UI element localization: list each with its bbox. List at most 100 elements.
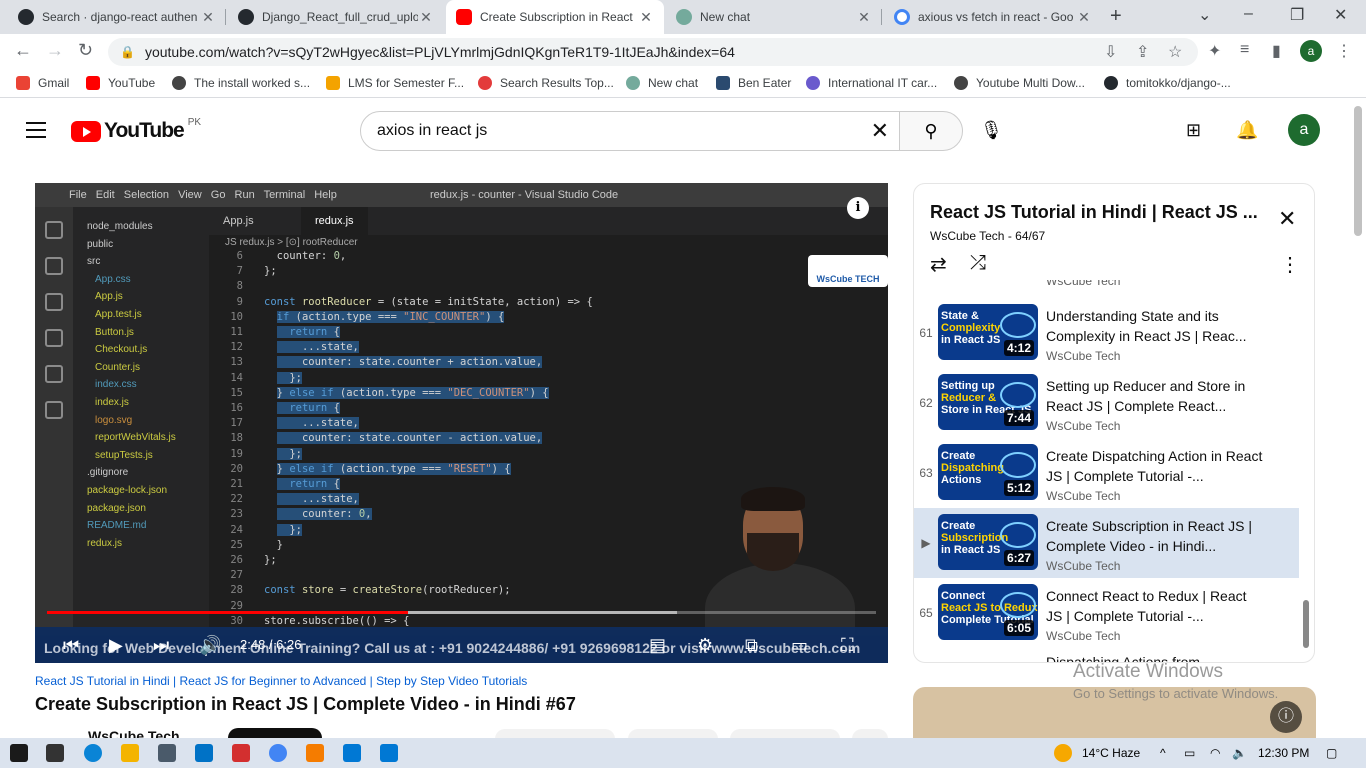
avatar[interactable]: a xyxy=(1288,114,1320,146)
media-app-icon[interactable] xyxy=(232,744,250,762)
page-scrollbar[interactable] xyxy=(1354,106,1362,236)
bookmark-youtube-downloader[interactable]: Youtube Multi Dow... xyxy=(954,76,1085,90)
browser-tab-5[interactable]: axious vs fetch in react - Goo ✕ xyxy=(884,0,1102,34)
tray-chevron-icon[interactable]: ^ xyxy=(1160,746,1166,760)
close-tab-icon[interactable]: ✕ xyxy=(1076,9,1092,26)
browser-tab-active[interactable]: Create Subscription in React ✕ xyxy=(446,0,664,34)
store-icon[interactable] xyxy=(158,744,176,762)
playlist-scrollbar[interactable] xyxy=(1303,600,1309,648)
bookmark-ben-eater[interactable]: Ben Eater xyxy=(716,76,791,90)
playlist-thumbnail[interactable]: Create Dispatching Actions 5:12 xyxy=(938,444,1038,500)
browser-tab-4[interactable]: New chat ✕ xyxy=(666,0,882,34)
bookmark-github-tomitokko[interactable]: tomitokko/django-... xyxy=(1104,76,1231,90)
bookmark-new-chat[interactable]: New chat xyxy=(626,76,698,90)
wifi-icon[interactable]: ◠ xyxy=(1210,746,1220,760)
playlist-item[interactable]: 62 Setting up Reducer & Store in React JS 7:… xyxy=(914,368,1299,438)
playlist-item[interactable]: 65 Connect React JS to Redux Complete Tutor… xyxy=(914,578,1299,648)
previous-icon[interactable]: ⏮ xyxy=(63,627,79,663)
playlist-title[interactable]: React JS Tutorial in Hindi | React JS ..… xyxy=(930,202,1260,223)
close-tab-icon[interactable]: ✕ xyxy=(638,9,654,26)
video-hashtags[interactable]: React JS Tutorial in Hindi | React JS fo… xyxy=(35,674,527,688)
playlist-thumbnail[interactable]: Setting up Reducer & Store in React JS 7:44 xyxy=(938,374,1038,430)
notifications-bell-icon[interactable]: 🔔 xyxy=(1236,120,1258,141)
battery-icon[interactable]: ▭ xyxy=(1184,746,1195,760)
playlist-menu-icon[interactable]: ⋮ xyxy=(1280,252,1300,277)
clear-search-icon[interactable]: ✕ xyxy=(871,118,889,144)
bookmark-install[interactable]: The install worked s... xyxy=(172,76,310,90)
install-icon[interactable]: ⇩ xyxy=(1104,42,1117,62)
info-icon[interactable]: i xyxy=(847,197,869,219)
next-icon[interactable]: ⏭ xyxy=(153,627,169,663)
explorer-file: setupTests.js xyxy=(95,449,153,461)
notification-center-icon[interactable]: ▢ xyxy=(1326,746,1337,760)
chrome-icon[interactable] xyxy=(269,744,287,762)
playlist-item[interactable]: ▶ Create Subscription in React JS 6:27 Create… xyxy=(914,508,1299,578)
bookmark-youtube[interactable]: YouTube xyxy=(86,76,155,90)
share-icon[interactable]: ⇪ xyxy=(1136,42,1149,62)
chrome-menu-icon[interactable]: ⋮ xyxy=(1336,41,1352,61)
create-video-icon[interactable]: ⊞ xyxy=(1186,120,1201,141)
weather-icon[interactable] xyxy=(1054,744,1072,762)
restore-icon[interactable]: ❐ xyxy=(1290,5,1304,25)
new-tab-button[interactable]: + xyxy=(1110,5,1122,28)
subtitles-icon[interactable]: ▤ xyxy=(649,627,666,663)
vscode-icon[interactable] xyxy=(343,744,361,762)
ad-info-icon[interactable]: ⓘ xyxy=(1270,701,1302,733)
vlc-icon[interactable] xyxy=(306,744,324,762)
miniplayer-icon[interactable]: ⧉ xyxy=(745,627,758,663)
browser-tab-bar: Search · django-react authen ✕ Django_Re… xyxy=(0,0,1366,34)
minimize-icon[interactable]: – xyxy=(1244,5,1253,23)
playlist-item[interactable]: 61 State & Complexity in React JS 4:12 Unders… xyxy=(914,298,1299,368)
chrome-profile-avatar[interactable]: a xyxy=(1300,40,1322,62)
menu-icon[interactable] xyxy=(26,122,46,143)
close-tab-icon[interactable]: ✕ xyxy=(200,9,216,26)
address-bar[interactable]: 🔒 youtube.com/watch?v=sQyT2wHgyec&list=P… xyxy=(108,38,1198,66)
settings-gear-icon[interactable]: ⚙ xyxy=(697,627,713,663)
windows-start-icon[interactable] xyxy=(10,744,28,762)
close-window-icon[interactable]: ✕ xyxy=(1334,5,1347,25)
edge-icon[interactable] xyxy=(84,744,102,762)
vscode-icon-2[interactable] xyxy=(380,744,398,762)
bookmark-lms[interactable]: LMS for Semester F... xyxy=(326,76,464,90)
task-view-icon[interactable] xyxy=(46,744,64,762)
extensions-icon[interactable]: ✦ xyxy=(1208,41,1221,61)
playlist-thumbnail[interactable]: Connect React JS to Redux Complete Tutoria… xyxy=(938,584,1038,640)
side-panel-icon[interactable]: ▮ xyxy=(1272,41,1281,61)
close-tab-icon[interactable]: ✕ xyxy=(856,9,872,26)
close-playlist-icon[interactable]: ✕ xyxy=(1278,206,1296,232)
shuffle-icon[interactable]: ⤮ xyxy=(970,252,986,275)
search-button[interactable]: ⚲ xyxy=(899,111,963,151)
bookmark-gmail[interactable]: Gmail xyxy=(16,76,69,90)
speaker-icon[interactable]: 🔈 xyxy=(1232,746,1247,760)
theater-mode-icon[interactable]: ▭ xyxy=(791,627,808,663)
forward-icon[interactable]: → xyxy=(46,40,64,61)
clock[interactable]: 12:30 PM xyxy=(1258,746,1309,760)
loop-icon[interactable]: ⇄ xyxy=(930,252,947,277)
video-player[interactable]: File Edit Selection View Go Run Terminal… xyxy=(35,183,888,663)
reload-icon[interactable]: ↻ xyxy=(78,40,93,61)
subscribe-button[interactable] xyxy=(228,728,322,738)
youtube-logo[interactable]: YouTube PK xyxy=(71,117,201,143)
lock-icon[interactable]: 🔒 xyxy=(120,45,135,59)
microphone-icon[interactable]: 🎙 xyxy=(980,120,1003,141)
playlist-thumbnail[interactable]: State & Complexity in React JS 4:12 xyxy=(938,304,1038,360)
tab-search-icon[interactable]: ⌄ xyxy=(1198,5,1211,25)
mail-icon[interactable] xyxy=(195,744,213,762)
file-explorer-icon[interactable] xyxy=(121,744,139,762)
close-tab-icon[interactable]: ✕ xyxy=(418,9,434,26)
playlist-item[interactable]: 63 Create Dispatching Actions 5:12 Create Dis… xyxy=(914,438,1299,508)
browser-tab-1[interactable]: Search · django-react authen ✕ xyxy=(8,0,226,34)
progress-bar[interactable] xyxy=(47,611,876,614)
bookmark-star-icon[interactable]: ☆ xyxy=(1168,42,1182,62)
media-icon[interactable]: ≡ xyxy=(1240,41,1249,59)
back-icon[interactable]: ← xyxy=(14,40,32,61)
bookmark-search-results[interactable]: Search Results Top... xyxy=(478,76,614,90)
play-icon[interactable]: ▶ xyxy=(109,627,123,663)
volume-icon[interactable]: 🔊 xyxy=(199,627,221,663)
browser-tab-2[interactable]: Django_React_full_crud_uplo ✕ xyxy=(228,0,444,34)
weather-text[interactable]: 14°C Haze xyxy=(1082,746,1140,760)
playlist-thumbnail[interactable]: Create Subscription in React JS 6:27 xyxy=(938,514,1038,570)
fullscreen-icon[interactable]: ⛶ xyxy=(841,627,854,663)
search-input[interactable]: axios in react js ✕ xyxy=(360,111,900,151)
bookmark-international-it[interactable]: International IT car... xyxy=(806,76,937,90)
